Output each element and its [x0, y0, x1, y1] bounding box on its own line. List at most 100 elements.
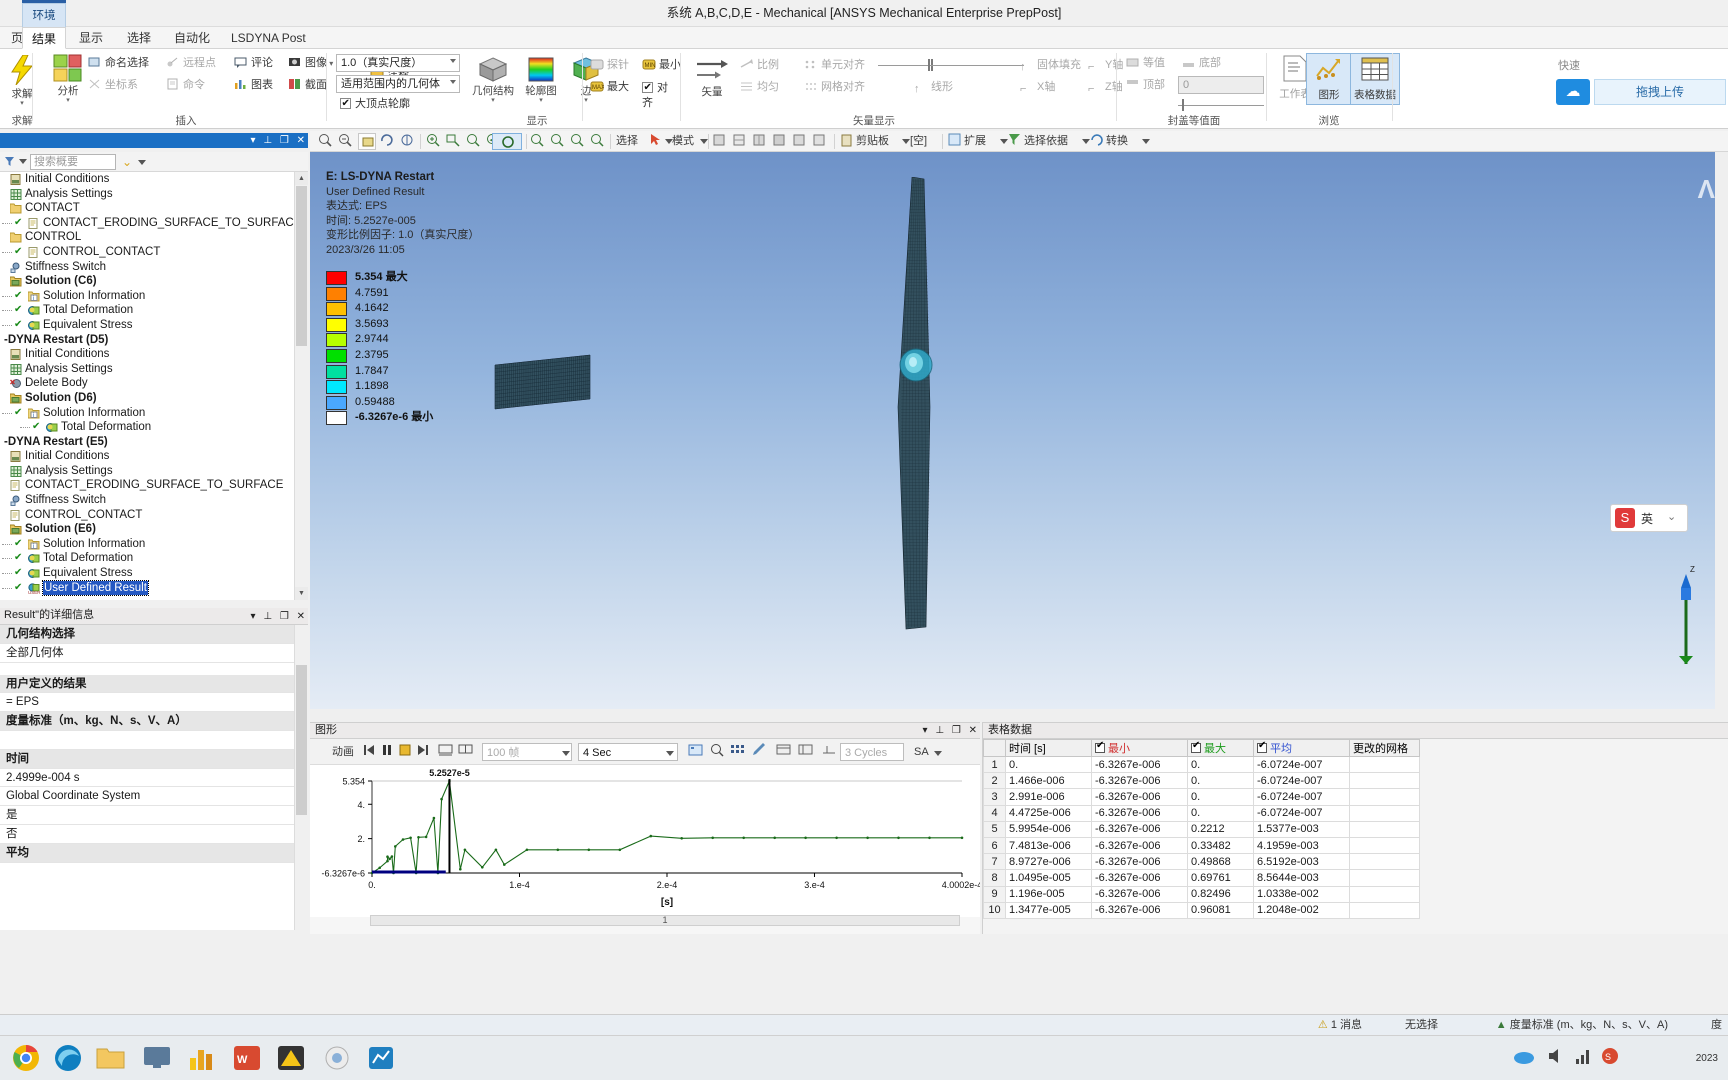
chevron-down-icon[interactable]: [934, 751, 942, 756]
table-header-cell[interactable]: 平均: [1253, 739, 1350, 757]
details-value-row[interactable]: 否: [0, 825, 294, 844]
table-cell[interactable]: -6.0724e-007: [1253, 788, 1350, 806]
isovalue-item[interactable]: 等值: [1126, 55, 1165, 72]
tree-item[interactable]: -DYNA Restart (E5): [0, 435, 294, 450]
pause-button[interactable]: [380, 743, 393, 761]
pin-icon[interactable]: ⊥: [935, 725, 944, 736]
column-checkbox[interactable]: [1095, 740, 1105, 753]
table-header-cell[interactable]: 更改的网格: [1349, 739, 1420, 757]
chart-view-icon[interactable]: [798, 743, 813, 761]
table-row[interactable]: 6 7.4813e-006 -6.3267e-006 0.33482 4.1959e-0…: [983, 836, 1420, 855]
chevron-down-icon[interactable]: [1000, 139, 1008, 144]
chevron-down-icon[interactable]: ▾: [251, 135, 256, 146]
table-cell[interactable]: 3: [983, 788, 1006, 806]
maximize-icon[interactable]: ❐: [280, 135, 289, 146]
remote-point-item[interactable]: 远程点: [166, 55, 216, 72]
solid-fill-item[interactable]: ↑ 固体填充: [1020, 57, 1081, 74]
view-face-icon[interactable]: [712, 133, 726, 150]
table-cell[interactable]: [1349, 901, 1420, 919]
table-cell[interactable]: 5.9954e-006: [1005, 820, 1092, 838]
contour-button[interactable]: 轮廓图 ▾: [518, 55, 564, 105]
clipboard-icon[interactable]: [840, 133, 853, 150]
outline-panel-buttons[interactable]: ▾ ⊥ ❐ ✕: [246, 133, 305, 148]
magnify-icon[interactable]: [590, 133, 604, 150]
zoom-tool-icon[interactable]: [530, 133, 544, 150]
viewport-scrollbar-horizontal[interactable]: [310, 709, 1728, 722]
export-video-icon[interactable]: [688, 743, 703, 761]
table-cell[interactable]: -6.3267e-006: [1091, 788, 1188, 806]
ime-indicator[interactable]: S 英 ⌄: [1610, 504, 1688, 532]
tree-item[interactable]: CONTROL_CONTACT: [0, 508, 294, 523]
graphics-viewport[interactable]: E: LS-DYNA Restart User Defined Result 表达式…: [310, 152, 1728, 722]
column-checkbox[interactable]: [1191, 740, 1201, 753]
pin-icon[interactable]: ⊥: [263, 135, 272, 146]
skip-start-button[interactable]: [362, 743, 375, 761]
zoom-in-icon[interactable]: [426, 133, 440, 150]
taskbar-monitor-icon[interactable]: [142, 1042, 175, 1075]
scroll-thumb[interactable]: [296, 186, 307, 346]
taskbar-ansys-icon[interactable]: [322, 1042, 355, 1075]
maximize-icon[interactable]: ❐: [952, 725, 961, 736]
view-iso-icon[interactable]: [732, 133, 746, 150]
table-header-cell[interactable]: [983, 739, 1006, 757]
graph-zoom-icon[interactable]: [710, 743, 724, 761]
table-row[interactable]: 3 2.991e-006 -6.3267e-006 0. -6.0724e-007: [983, 788, 1420, 806]
metric-status[interactable]: ▲ 度量标准 (m、kg、N、s、V、A): [1496, 1015, 1668, 1036]
tree-item[interactable]: Solution (D6): [0, 391, 294, 406]
chevron-down-icon[interactable]: [1142, 139, 1150, 144]
tree-item[interactable]: ✔ CONTACT_ERODING_SURFACE_TO_SURFACE: [0, 216, 294, 231]
taskbar-clock[interactable]: 2023: [1696, 1053, 1718, 1064]
table-cell[interactable]: [1349, 836, 1420, 855]
chevron-down-icon[interactable]: ▾: [923, 725, 928, 736]
table-header-cell[interactable]: 最小: [1091, 739, 1188, 757]
details-value-row[interactable]: Global Coordinate System: [0, 787, 294, 807]
grid-align-item[interactable]: 网格对齐: [804, 79, 865, 96]
table-cell[interactable]: 1.3477e-005: [1005, 901, 1092, 919]
details-value-row[interactable]: 2.4999e-004 s: [0, 769, 294, 788]
table-cell[interactable]: [1349, 804, 1420, 822]
pin-icon[interactable]: ⊥: [263, 611, 272, 622]
table-cell[interactable]: -6.0724e-007: [1253, 772, 1350, 790]
table-cell[interactable]: -6.3267e-006: [1091, 869, 1188, 887]
scroll-up-icon[interactable]: ▲: [295, 172, 308, 185]
details-value-row[interactable]: [0, 731, 294, 750]
tree-item[interactable]: Stiffness Switch: [0, 260, 294, 275]
vector-uniform-item[interactable]: 均匀: [740, 79, 779, 96]
result-chart[interactable]: 5.354 4. 2. -6.3267e-6 0. 1.e-4 2.e-4 3.e-4 4.00…: [310, 765, 982, 917]
distribute-horizontal-icon[interactable]: [458, 743, 473, 761]
tree-item[interactable]: ✔ i Solution Information: [0, 289, 294, 304]
mode-label[interactable]: 模式: [672, 133, 694, 150]
max-item[interactable]: MAX 最大: [590, 79, 629, 96]
chart-item[interactable]: 图表: [234, 77, 273, 94]
table-cell[interactable]: 2: [983, 772, 1006, 790]
ime-more-icon[interactable]: ⌄: [1667, 510, 1676, 523]
taskbar-cloud-icon[interactable]: [1512, 1042, 1538, 1075]
table-cell[interactable]: 1.196e-005: [1005, 885, 1092, 903]
tree-item[interactable]: ✔ Total Deformation: [0, 420, 294, 435]
table-cell[interactable]: 1.0338e-002: [1253, 885, 1350, 903]
table-cell[interactable]: 0.2212: [1187, 820, 1254, 838]
close-icon[interactable]: ✕: [297, 135, 305, 146]
table-cell[interactable]: 5: [983, 820, 1006, 838]
table-cell[interactable]: 0.: [1187, 804, 1254, 822]
table-cell[interactable]: 1: [983, 755, 1006, 774]
chevron-down-icon[interactable]: ▾: [470, 97, 516, 105]
details-table[interactable]: 几何结构选择 全部几何体 用户定义的结果 = EPS 度量标准（m、kg、N、s、V、A…: [0, 625, 294, 930]
table-cell[interactable]: 4.4725e-006: [1005, 804, 1092, 822]
table-cell[interactable]: 6.5192e-003: [1253, 853, 1350, 871]
taskbar-workbench-icon[interactable]: [188, 1042, 221, 1075]
select-by-label[interactable]: 选择依据: [1024, 133, 1068, 150]
pen-icon[interactable]: [752, 743, 767, 761]
taskbar-volume-icon[interactable]: [1546, 1042, 1568, 1075]
table-cell[interactable]: -6.0724e-007: [1253, 804, 1350, 822]
zoom-fit-icon[interactable]: [318, 133, 332, 150]
tree-item[interactable]: Stiffness Switch: [0, 493, 294, 508]
table-cell[interactable]: [1349, 772, 1420, 790]
details-scrollbar[interactable]: [294, 625, 308, 930]
tree-item[interactable]: ✔ Total Deformation: [0, 551, 294, 566]
table-cell[interactable]: 8.9727e-006: [1005, 853, 1092, 871]
tree-item[interactable]: ✔ USER User Defined Result: [0, 579, 294, 597]
table-cell[interactable]: 0.49868: [1187, 853, 1254, 871]
table-row[interactable]: 8 1.0495e-005 -6.3267e-006 0.69761 8.5644e-0…: [983, 869, 1420, 887]
taskbar-ime-icon[interactable]: S: [1600, 1042, 1622, 1075]
